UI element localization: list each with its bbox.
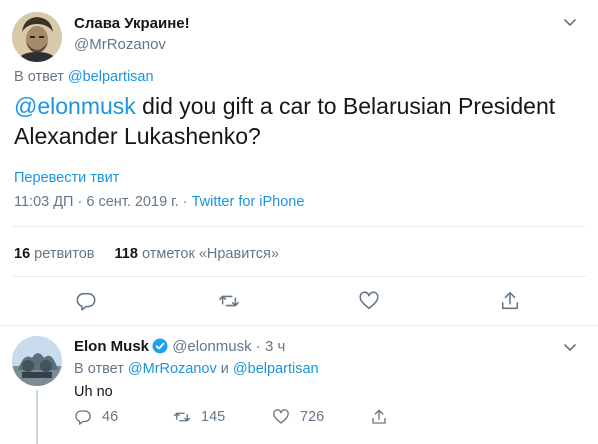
- meta-separator: ·: [178, 194, 192, 210]
- divider: [0, 325, 598, 326]
- reply-author-handle[interactable]: @elonmusk: [172, 338, 251, 355]
- avatar-portrait-icon: [12, 12, 62, 62]
- replies-count: 46: [102, 409, 119, 425]
- reply-to-link[interactable]: @belpartisan: [68, 69, 154, 85]
- avatar[interactable]: [12, 336, 62, 386]
- heart-icon[interactable]: [358, 290, 380, 312]
- retweets-count: 145: [201, 409, 226, 425]
- share-icon: [370, 408, 388, 426]
- tweet-source-link[interactable]: Twitter for iPhone: [192, 194, 305, 210]
- reply-to-line: В ответ @belpartisan: [14, 69, 154, 85]
- translate-tweet-link[interactable]: Перевести твит: [14, 170, 119, 186]
- share-action[interactable]: [370, 407, 388, 427]
- reply-icon: [74, 408, 92, 426]
- verified-badge-icon: [152, 338, 168, 354]
- reply-to-link[interactable]: @belpartisan: [233, 361, 319, 377]
- reply-to-line: В ответ @MrRozanov и @belpartisan: [74, 361, 319, 377]
- author-handle[interactable]: @MrRozanov: [74, 36, 166, 53]
- retweets-count: 16: [14, 246, 31, 262]
- tweet-stats: 16 ретвитов 118 отметок «Нравится»: [14, 246, 295, 262]
- reply-author-name[interactable]: Elon Musk: [74, 338, 149, 355]
- retweet-action[interactable]: 145: [173, 407, 225, 427]
- tweet-timestamp[interactable]: 11:03 ДП · 6 сент. 2019 г.: [14, 194, 179, 210]
- divider: [12, 226, 586, 227]
- avatar[interactable]: [12, 12, 62, 62]
- reply-and: и: [220, 361, 229, 377]
- retweet-icon[interactable]: [218, 290, 240, 312]
- reply-prefix: В ответ: [74, 361, 124, 377]
- mention-link[interactable]: @elonmusk: [14, 93, 136, 119]
- tweet-actions: [0, 290, 598, 314]
- tweet-text: @elonmusk did you gift a car to Belarusi…: [14, 91, 584, 151]
- reply-prefix: В ответ: [14, 69, 64, 85]
- likes-count: 726: [300, 409, 325, 425]
- likes-count: 118: [114, 246, 138, 262]
- avatar-photo-icon: [12, 336, 62, 386]
- share-icon[interactable]: [499, 290, 521, 312]
- reply-header: Elon Musk @elonmusk · 3 ч: [74, 338, 285, 355]
- heart-icon: [272, 408, 290, 426]
- like-action[interactable]: 726: [272, 407, 324, 427]
- divider: [12, 276, 586, 277]
- tweet-meta: 11:03 ДП · 6 сент. 2019 г. · Twitter for…: [14, 194, 304, 210]
- author-name[interactable]: Слава Украине!: [74, 15, 190, 32]
- retweet-icon: [173, 408, 191, 426]
- reply-text: Uh no: [74, 384, 113, 400]
- retweets-stat[interactable]: 16 ретвитов: [14, 246, 95, 262]
- retweets-label: ретвитов: [34, 246, 95, 262]
- reply-time[interactable]: · 3 ч: [256, 338, 286, 355]
- reply-to-link[interactable]: @MrRozanov: [128, 361, 217, 377]
- chevron-down-icon[interactable]: [562, 14, 578, 30]
- reply-icon[interactable]: [75, 290, 97, 312]
- likes-label: отметок «Нравится»: [141, 246, 279, 262]
- reply-action[interactable]: 46: [74, 407, 118, 427]
- chevron-down-icon[interactable]: [562, 339, 578, 355]
- thread-line: [36, 390, 38, 444]
- likes-stat[interactable]: 118 отметок «Нравится»: [115, 246, 279, 262]
